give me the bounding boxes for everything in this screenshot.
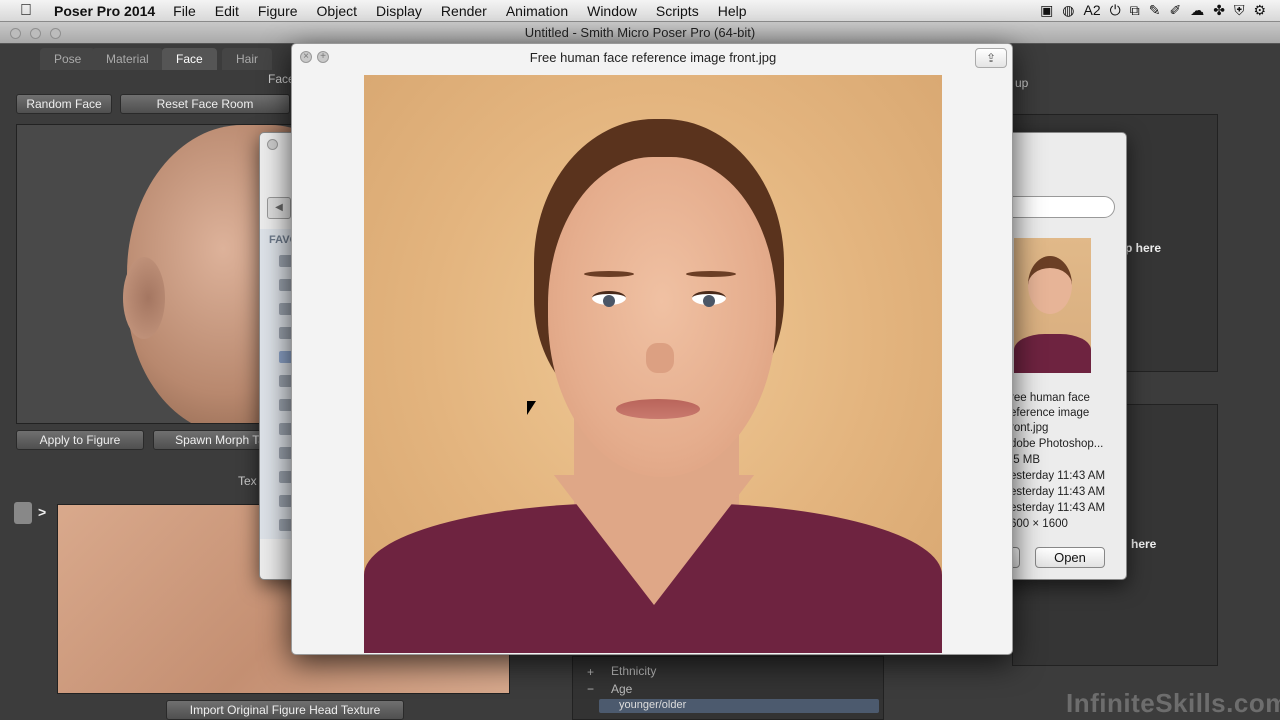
minimize-window-button[interactable] [30,28,41,39]
ethnicity-toggle[interactable]: + [587,665,594,679]
file-name-line-3: ront.jpg [1010,422,1049,434]
dialog-close-button[interactable] [267,139,278,150]
texture-file-icon[interactable] [14,502,32,524]
power-icon[interactable]: ⏻ [1110,2,1121,19]
apply-to-figure-button[interactable]: Apply to Figure [16,430,144,450]
morph-tree-panel: + Ethnicity − Age younger/older [572,656,884,720]
random-face-button[interactable]: Random Face [16,94,112,114]
pen-icon[interactable]: ✎ [1149,2,1161,19]
pencil-icon[interactable]: ✐ [1169,2,1181,19]
cloud-icon[interactable]: ☁ [1190,2,1204,19]
face-preview-viewport[interactable] [16,124,292,424]
file-modified: esterday 11:43 AM [1010,486,1106,498]
photo-face [548,157,776,477]
tab-hair[interactable]: Hair [222,48,273,70]
file-name-line-1: ree human face [1010,392,1090,404]
back-arrow-icon[interactable]: ◀ [267,197,291,219]
file-created: esterday 11:43 AM [1010,470,1106,482]
reset-face-room-button[interactable]: Reset Face Room [120,94,290,114]
age-toggle[interactable]: − [587,682,594,696]
photo-lips [616,399,700,419]
tree-item-younger-older-label: younger/older [619,699,687,711]
file-preview-thumbnail [1014,238,1091,373]
tab-face[interactable]: Face [162,48,217,70]
screens-icon[interactable]: ⧉ [1130,2,1140,19]
quick-look-window: × + Free human face reference image fron… [291,43,1013,655]
import-texture-button[interactable]: Import Original Figure Head Texture [166,700,404,720]
menu-animation[interactable]: Animation [506,3,568,19]
file-info: ree human face eference image ront.jpg d… [1010,391,1105,532]
photo-left-eye [592,291,626,307]
file-dimensions: 600 × 1600 [1010,518,1068,530]
tree-item-younger-older[interactable]: younger/older [599,699,879,713]
file-last-opened: esterday 11:43 AM [1010,502,1106,514]
drop-here-label: p here [1125,241,1162,255]
tab-pose[interactable]: Pose [40,48,96,70]
menu-edit[interactable]: Edit [215,3,239,19]
app-menu[interactable]: Poser Pro 2014 [54,3,155,19]
adobe-icon[interactable]: A2 [1084,2,1101,19]
menu-window[interactable]: Window [587,3,637,19]
right-panel-label: up [1015,76,1029,90]
photo-left-brow [584,271,634,277]
mouse-cursor-icon [527,401,536,415]
photo-right-brow [686,271,736,277]
drop-here-label-2: here [1131,537,1157,551]
menu-render[interactable]: Render [441,3,487,19]
face-reference-photo [364,75,942,653]
window-title: Untitled - Smith Micro Poser Pro (64-bit… [524,25,756,40]
menu-extras: ▣ ◍ A2 ⏻ ⧉ ✎ ✐ ☁ ✤ ⛨ ⚙ [1040,2,1266,19]
share-icon[interactable]: ⇪ [975,48,1007,68]
window-icon[interactable]: ▣ [1040,2,1053,19]
menu-figure[interactable]: Figure [258,3,298,19]
menu-help[interactable]: Help [718,3,747,19]
file-kind: dobe Photoshop... [1010,438,1104,450]
close-window-button[interactable] [10,28,21,39]
globe-icon[interactable]: ◍ [1062,2,1074,19]
menu-bar:  Poser Pro 2014 File Edit Figure Object… [0,0,1280,22]
menu-object[interactable]: Object [317,3,357,19]
menu-display[interactable]: Display [376,3,422,19]
open-button[interactable]: Open [1035,547,1105,568]
menu-scripts[interactable]: Scripts [656,3,699,19]
quicklook-title: Free human face reference image front.jp… [529,50,777,65]
file-size: .5 MB [1010,454,1041,466]
zoom-window-button[interactable] [50,28,61,39]
ear-model [123,257,165,339]
photo-right-eye [692,291,726,307]
settings-icon[interactable]: ⚙ [1253,2,1266,19]
apple-menu-icon[interactable]:  [20,2,40,20]
file-name-line-2: eference image [1010,407,1090,419]
adobe-badge: 2 [1092,2,1101,18]
tab-material[interactable]: Material [92,48,163,70]
thumbnail-shirt [1014,334,1091,373]
window-title-bar: Untitled - Smith Micro Poser Pro (64-bit… [0,22,1280,44]
texture-section-label: Tex [238,474,257,488]
thumbnail-face [1028,256,1072,314]
tree-item-ethnicity[interactable]: Ethnicity [611,664,656,678]
photo-nose [646,343,674,373]
shield-icon[interactable]: ⛨ [1234,2,1245,19]
menu-file[interactable]: File [173,3,196,19]
expand-arrow-icon[interactable]: > [38,504,46,520]
paw-icon[interactable]: ✤ [1213,2,1225,19]
tree-item-age[interactable]: Age [611,682,632,696]
watermark: InfiniteSkills.com [1066,688,1280,718]
